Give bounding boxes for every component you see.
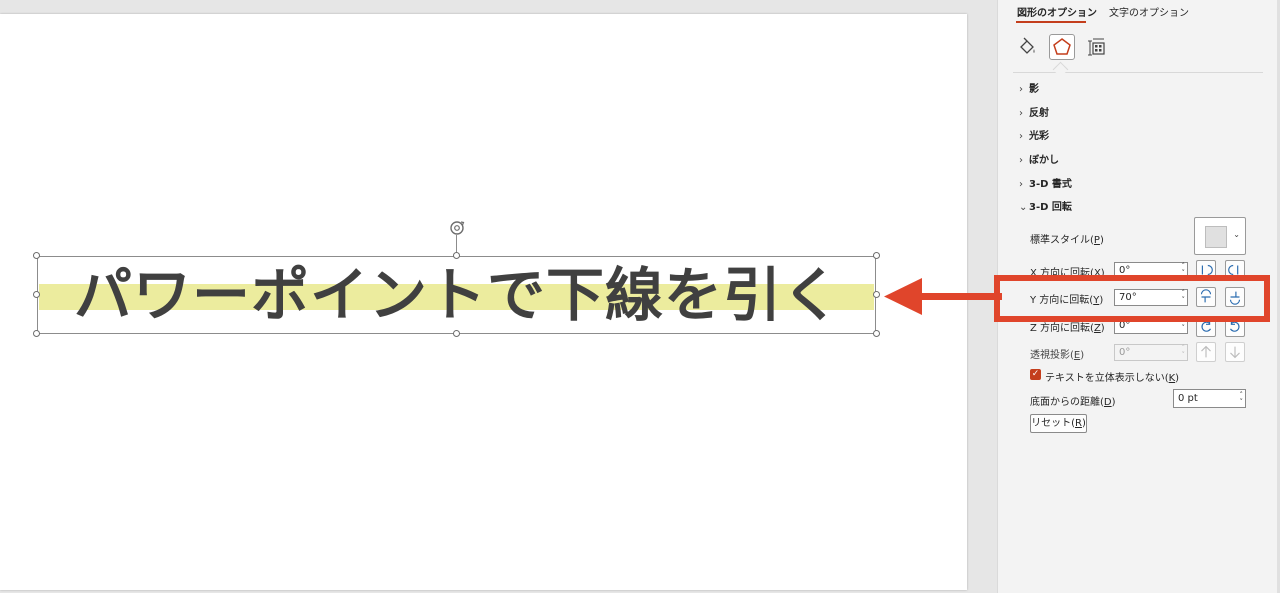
annotation-arrow-icon — [884, 278, 1002, 315]
preset-swatch — [1205, 226, 1227, 248]
slide-title-text[interactable]: パワーポイントで下線を引く — [38, 257, 877, 333]
resize-handle-top[interactable] — [453, 252, 460, 259]
resize-handle-top-left[interactable] — [33, 252, 40, 259]
text-box[interactable]: パワーポイントで下線を引く — [37, 256, 876, 334]
caret-down-icon: ⌄ — [1233, 230, 1240, 239]
effects-button[interactable] — [1049, 34, 1075, 60]
preset-label: 標準スタイル(P) — [1030, 235, 1104, 246]
chevron-right-icon: › — [1019, 108, 1023, 119]
size-properties-button[interactable] — [1084, 34, 1110, 60]
resize-handle-bottom[interactable] — [453, 330, 460, 337]
fill-line-icon — [1020, 37, 1035, 54]
resize-handle-left[interactable] — [33, 291, 40, 298]
resize-handle-right[interactable] — [873, 291, 880, 298]
section-glow[interactable]: › 光彩 — [1019, 127, 1049, 142]
chevron-right-icon: › — [1019, 131, 1023, 142]
keep-text-flat-checkbox[interactable]: ✓ — [1030, 369, 1041, 380]
arrow-up-icon — [1201, 345, 1211, 358]
tab-text-options[interactable]: 文字のオプション — [1109, 4, 1189, 19]
chevron-right-icon: › — [1019, 155, 1023, 166]
annotation-highlight-box — [994, 275, 1270, 322]
perspective-decrease-button[interactable] — [1225, 342, 1245, 362]
perspective-input[interactable]: 0° ˄ ˅ — [1114, 344, 1188, 361]
preset-style-dropdown[interactable]: ⌄ — [1194, 217, 1246, 255]
chevron-right-icon: › — [1019, 84, 1023, 95]
tab-shape-options[interactable]: 図形のオプション — [1017, 4, 1097, 19]
perspective-label: 透視投影(E) — [1030, 350, 1085, 361]
fill-line-button[interactable] — [1014, 34, 1040, 60]
section-soft-edges[interactable]: › ぼかし — [1019, 151, 1059, 166]
pane-divider — [1013, 72, 1263, 73]
arrow-down-icon — [1230, 346, 1240, 359]
distance-label: 底面からの距離(D) — [1030, 397, 1116, 408]
effects-icon — [1053, 38, 1071, 55]
rotate-handle-icon[interactable] — [447, 218, 467, 238]
section-reflection[interactable]: › 反射 — [1019, 104, 1049, 119]
section-shadow[interactable]: › 影 — [1019, 80, 1039, 95]
resize-handle-bottom-left[interactable] — [33, 330, 40, 337]
spinner-arrows-icon: ˄ ˅ — [1181, 344, 1186, 359]
keep-text-flat-label: テキストを立体表示しない(K) — [1045, 373, 1180, 384]
chevron-right-icon: › — [1019, 179, 1023, 190]
resize-handle-top-right[interactable] — [873, 252, 880, 259]
section-3d-format[interactable]: › 3-D 書式 — [1019, 175, 1072, 190]
resize-handle-bottom-right[interactable] — [873, 330, 880, 337]
distance-input[interactable]: 0 pt ˄ ˅ — [1173, 389, 1246, 408]
perspective-increase-button[interactable] — [1196, 342, 1216, 362]
section-3d-rotation[interactable]: ⌄ 3-D 回転 — [1019, 198, 1072, 213]
spinner-arrows-icon[interactable]: ˄ ˅ — [1240, 392, 1244, 406]
reset-button[interactable]: リセット(R) — [1030, 414, 1087, 433]
size-properties-icon — [1088, 38, 1105, 56]
chevron-down-icon: ⌄ — [1019, 202, 1028, 213]
active-tab-indicator — [1016, 21, 1086, 23]
